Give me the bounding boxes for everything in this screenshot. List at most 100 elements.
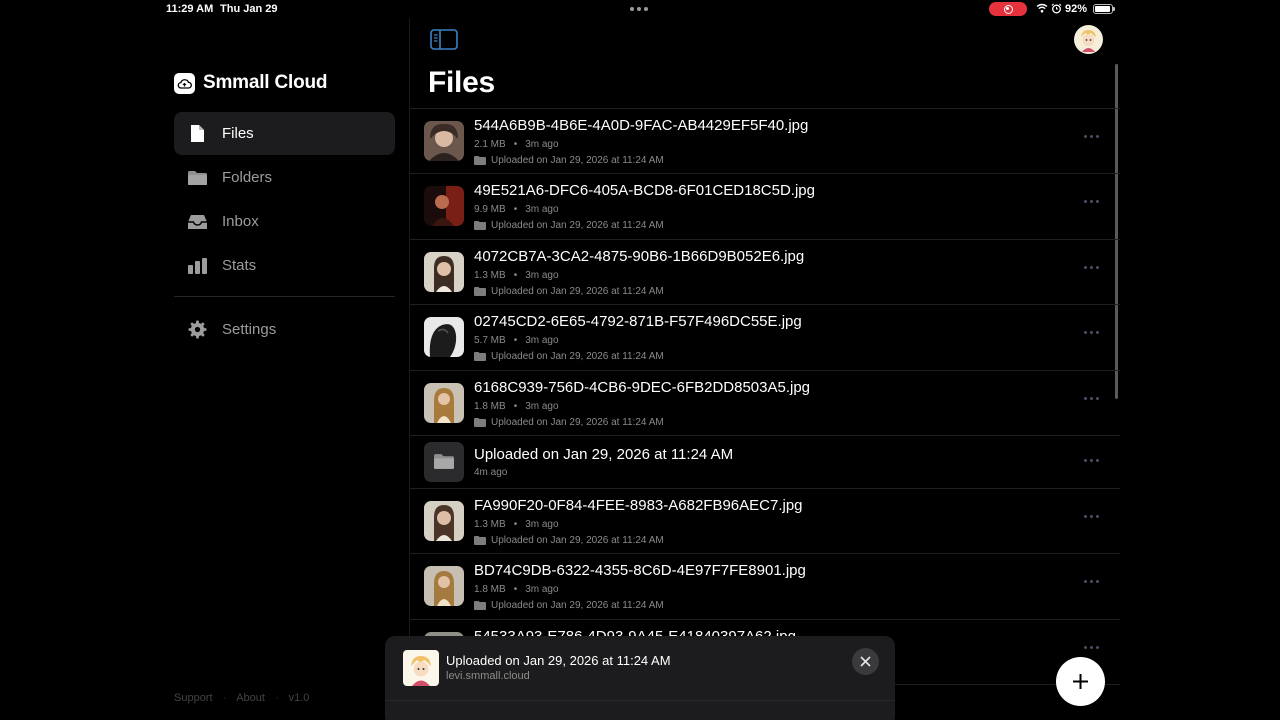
file-meta: 9.9 MB • 3m ago: [474, 204, 559, 216]
file-name: FA990F20-0F84-4FEE-8983-A682FB96AEC7.jpg: [474, 496, 803, 514]
sidebar-item-files[interactable]: Files: [174, 112, 395, 155]
sidebar-item-inbox[interactable]: Inbox: [174, 200, 395, 243]
sidebar-item-label: Inbox: [222, 213, 259, 230]
more-options-icon[interactable]: [1084, 645, 1099, 649]
upload-info: Uploaded on Jan 29, 2026 at 11:24 AM: [474, 535, 664, 546]
multitasking-dots-icon[interactable]: [630, 7, 648, 11]
battery-percent: 92%: [1065, 3, 1088, 15]
file-name: 6168C939-756D-4CB6-9DEC-6FB2DD8503A5.jpg: [474, 378, 811, 396]
more-options-icon[interactable]: [1084, 331, 1099, 335]
file-meta: 1.3 MB • 3m ago: [474, 269, 559, 281]
wifi-icon: [1036, 3, 1048, 13]
photo-thumbnail: [424, 317, 464, 358]
file-name: 02745CD2-6E65-4792-871B-F57F496DC55E.jpg: [474, 313, 802, 331]
folder-icon: [474, 156, 486, 165]
folder-icon: [474, 535, 486, 545]
ipad-screen: 11:29 AM Thu Jan 29 92% Smmall Cloud Fil…: [0, 0, 1280, 720]
file-row[interactable]: 4072CB7A-3CA2-4875-90B6-1B66D9B052E6.jpg…: [410, 240, 1120, 306]
toast-subtitle: levi.smmall.cloud: [446, 670, 530, 682]
photo-thumbnail: [424, 500, 464, 541]
file-row[interactable]: 49E521A6-DFC6-405A-BCD8-6F01CED18C5D.jpg…: [410, 174, 1120, 240]
folder-icon: [474, 286, 486, 296]
folder-icon: [186, 170, 208, 186]
toast-divider: [385, 700, 895, 701]
sidebar-item-settings[interactable]: Settings: [174, 308, 395, 351]
sidebar-item-folders[interactable]: Folders: [174, 156, 395, 199]
sidebar-divider: [174, 296, 395, 297]
upload-info: Uploaded on Jan 29, 2026 at 11:24 AM: [474, 155, 664, 166]
add-button[interactable]: [1056, 657, 1105, 706]
folder-name: Uploaded on Jan 29, 2026 at 11:24 AM: [474, 445, 734, 463]
file-row[interactable]: 6168C939-756D-4CB6-9DEC-6FB2DD8503A5.jpg…: [410, 371, 1120, 436]
user-avatar[interactable]: [1074, 25, 1103, 54]
file-row[interactable]: FA990F20-0F84-4FEE-8983-A682FB96AEC7.jpg…: [410, 489, 1120, 555]
upload-toast: Uploaded on Jan 29, 2026 at 11:24 AM lev…: [385, 636, 895, 720]
photo-thumbnail: [424, 566, 464, 607]
sidebar-item-label: Settings: [222, 321, 277, 338]
file-row[interactable]: 02745CD2-6E65-4792-871B-F57F496DC55E.jpg…: [410, 305, 1120, 371]
folder-row[interactable]: Uploaded on Jan 29, 2026 at 11:24 AM 4m …: [410, 436, 1120, 489]
battery-icon: [1093, 4, 1115, 14]
more-options-icon[interactable]: [1084, 135, 1099, 138]
upload-info: Uploaded on Jan 29, 2026 at 11:24 AM: [474, 286, 664, 297]
app-brand[interactable]: Smmall Cloud: [174, 72, 327, 94]
app-name: Smmall Cloud: [203, 72, 328, 93]
sidebar: Smmall Cloud Files Folders Inbox Stats S…: [160, 18, 408, 720]
sidebar-settings: Settings: [174, 308, 395, 352]
plus-icon: [1073, 674, 1088, 689]
folder-icon: [474, 601, 486, 611]
file-meta: 2.1 MB • 3m ago: [474, 139, 559, 150]
toast-title: Uploaded on Jan 29, 2026 at 11:24 AM: [446, 653, 671, 668]
photo-thumbnail: [424, 382, 464, 423]
file-row[interactable]: BD74C9DB-6322-4355-8C6D-4E97F7FE8901.jpg…: [410, 554, 1120, 620]
support-link[interactable]: Support: [174, 692, 213, 704]
file-name: 49E521A6-DFC6-405A-BCD8-6F01CED18C5D.jpg: [474, 182, 815, 200]
folder-icon: [474, 417, 486, 427]
file-meta: 1.3 MB • 3m ago: [474, 518, 559, 530]
photo-thumbnail: [424, 186, 464, 227]
page-title: Files: [428, 66, 495, 99]
photo-thumbnail: [424, 121, 464, 161]
more-options-icon[interactable]: [1084, 580, 1099, 584]
files-main: Files 544A6B9B-4B6E-4A0D-9FAC-AB4429EF5F…: [409, 18, 1120, 720]
footer-separator: ·: [274, 692, 279, 704]
folder-icon: [424, 441, 464, 482]
upload-info: Uploaded on Jan 29, 2026 at 11:24 AM: [474, 600, 664, 611]
cloud-icon: [174, 72, 195, 94]
alarm-icon: [1051, 3, 1062, 14]
more-options-icon[interactable]: [1084, 514, 1099, 518]
more-options-icon[interactable]: [1084, 396, 1099, 400]
folder-age: 4m ago: [474, 466, 508, 478]
more-options-icon[interactable]: [1084, 265, 1099, 269]
inbox-icon: [186, 214, 208, 230]
gear-icon: [186, 320, 208, 339]
more-options-icon[interactable]: [1084, 458, 1099, 462]
sidebar-item-label: Stats: [222, 257, 257, 274]
toast-avatar: [403, 650, 439, 686]
document-icon: [186, 124, 208, 143]
file-meta: 5.7 MB • 3m ago: [474, 335, 559, 347]
file-name: 4072CB7A-3CA2-4875-90B6-1B66D9B052E6.jpg: [474, 247, 805, 265]
sidebar-item-stats[interactable]: Stats: [174, 244, 395, 287]
folder-icon: [474, 352, 486, 362]
upload-info: Uploaded on Jan 29, 2026 at 11:24 AM: [474, 351, 664, 362]
screen-record-icon[interactable]: [989, 2, 1027, 16]
sidebar-footer: Support · About · v1.0: [174, 692, 309, 704]
file-list: 544A6B9B-4B6E-4A0D-9FAC-AB4429EF5F40.jpg…: [410, 108, 1120, 686]
about-link[interactable]: About: [236, 692, 265, 704]
status-time: 11:29 AM: [166, 3, 214, 15]
sidebar-item-label: Files: [222, 125, 254, 142]
file-name: BD74C9DB-6322-4355-8C6D-4E97F7FE8901.jpg: [474, 562, 806, 580]
upload-info: Uploaded on Jan 29, 2026 at 11:24 AM: [474, 220, 664, 231]
upload-info: Uploaded on Jan 29, 2026 at 11:24 AM: [474, 417, 664, 428]
sidebar-item-label: Folders: [222, 169, 273, 186]
file-meta: 1.8 MB • 3m ago: [474, 584, 559, 596]
status-date: Thu Jan 29: [220, 3, 278, 15]
more-options-icon[interactable]: [1084, 200, 1099, 204]
close-icon[interactable]: [852, 648, 879, 675]
folder-icon: [474, 221, 486, 231]
status-bar: 11:29 AM Thu Jan 29 92%: [0, 0, 1280, 18]
photo-thumbnail: [424, 251, 464, 292]
file-row[interactable]: 544A6B9B-4B6E-4A0D-9FAC-AB4429EF5F40.jpg…: [410, 109, 1120, 175]
sidebar-toggle-icon[interactable]: [430, 29, 458, 50]
